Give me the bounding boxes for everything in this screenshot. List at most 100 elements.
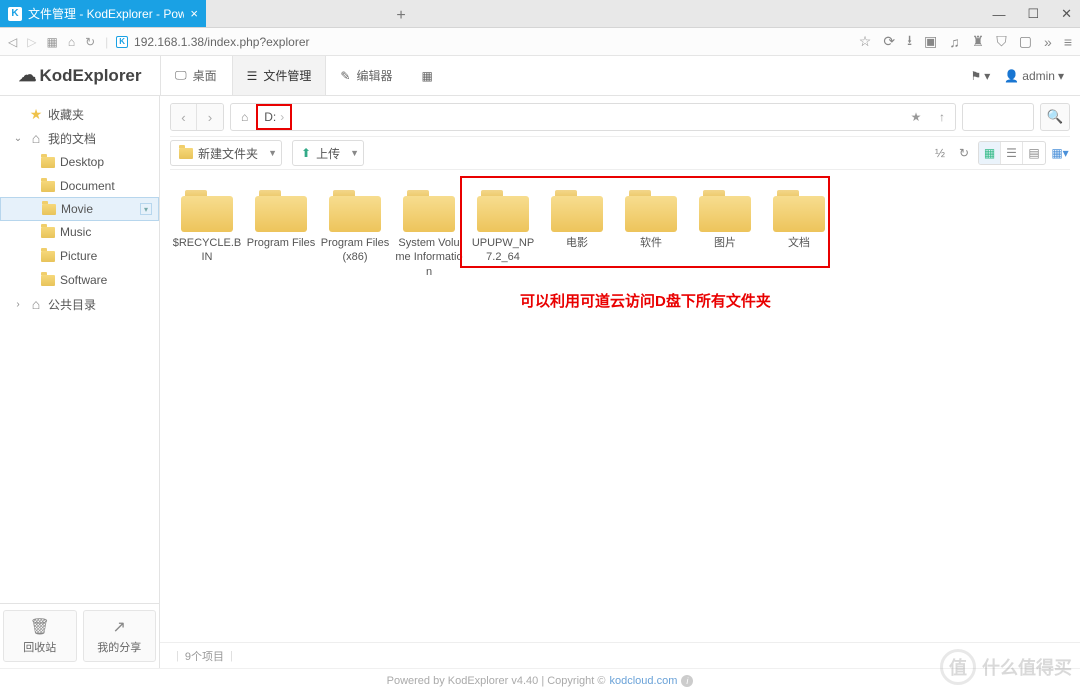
star-icon[interactable]: ★ bbox=[903, 110, 929, 124]
view-details-icon[interactable]: ▤ bbox=[1023, 142, 1045, 164]
sidebar-favorites[interactable]: ★ 收藏夹 bbox=[0, 102, 159, 126]
recycle-button[interactable]: 🗑回收站 bbox=[3, 610, 77, 662]
home-icon: ⌂ bbox=[28, 296, 44, 312]
folder-label: $RECYCLE.BIN bbox=[172, 236, 242, 265]
browser-address-bar: ◁ ▷ ▦ ⌂ ↻ | K ☆ ⟳ ⭳ ▣ ♫ ♜ ⛉ ▢ » ≡ bbox=[0, 28, 1080, 56]
folder-item[interactable]: $RECYCLE.BIN bbox=[170, 188, 244, 281]
home-icon[interactable]: ⌂ bbox=[241, 110, 248, 124]
folder-item[interactable]: Program Files bbox=[244, 188, 318, 281]
sidebar-item-movie[interactable]: Movie▾ bbox=[0, 197, 159, 221]
tab-apps[interactable]: ▦ bbox=[407, 56, 447, 95]
flag-menu[interactable]: ⚑ ▾ bbox=[971, 69, 991, 83]
page-favicon: K bbox=[116, 36, 128, 48]
sort-icon[interactable]: ½ bbox=[930, 143, 950, 163]
history-icon[interactable]: ↻ bbox=[954, 143, 974, 163]
tab-editor[interactable]: ✎ 编辑器 bbox=[326, 56, 407, 95]
tab-desktop[interactable]: 🖵 桌面 bbox=[161, 56, 232, 95]
nav-back-icon[interactable]: ◁ bbox=[8, 35, 17, 49]
watermark: 值什么值得买 bbox=[940, 649, 1072, 685]
new-folder-dropdown[interactable]: ▼ bbox=[264, 140, 282, 166]
tab-close-icon[interactable]: × bbox=[190, 6, 198, 21]
annotation-text: 可以利用可道云访问D盘下所有文件夹 bbox=[520, 290, 771, 311]
user-menu[interactable]: 👤 admin ▾ bbox=[1004, 69, 1064, 83]
sidebar-public[interactable]: › ⌂ 公共目录 bbox=[0, 292, 159, 316]
sidebar-item-document[interactable]: Document bbox=[0, 174, 159, 198]
bookmark-star-icon[interactable]: ☆ bbox=[859, 33, 872, 50]
upload-icon: ⬆ bbox=[301, 146, 311, 160]
path-forward-button[interactable]: › bbox=[197, 104, 223, 130]
breadcrumb[interactable]: ⌂ D:› ★ ↑ bbox=[230, 103, 956, 131]
folder-label: Program Files bbox=[247, 236, 315, 250]
view-list-icon[interactable]: ☰ bbox=[1001, 142, 1023, 164]
more-icon[interactable]: » bbox=[1044, 34, 1052, 50]
refresh-icon[interactable]: ⟳ bbox=[883, 33, 895, 50]
collapse-icon[interactable]: ⌄ bbox=[12, 133, 24, 144]
shield-icon[interactable]: ⛉ bbox=[996, 33, 1007, 50]
new-tab-button[interactable]: + bbox=[386, 7, 416, 27]
headphones-icon[interactable]: ♫ bbox=[949, 34, 960, 50]
folder-icon bbox=[181, 190, 233, 232]
folder-icon bbox=[41, 181, 55, 192]
nav-refresh-icon[interactable]: ↻ bbox=[85, 35, 95, 49]
footer-link[interactable]: kodcloud.com bbox=[609, 675, 677, 687]
nav-home-icon[interactable]: ⌂ bbox=[68, 35, 75, 49]
tab-favicon: K bbox=[8, 7, 22, 21]
editor-icon: ✎ bbox=[340, 69, 350, 83]
new-folder-button[interactable]: 新建文件夹 bbox=[170, 140, 267, 166]
expand-icon[interactable]: › bbox=[12, 299, 24, 310]
url-input[interactable] bbox=[134, 35, 851, 49]
extension-icon[interactable]: ♜ bbox=[972, 33, 985, 50]
browser-tab-strip: K 文件管理 - KodExplorer - Powered by × + — … bbox=[0, 0, 1080, 28]
folder-icon bbox=[41, 251, 55, 262]
up-icon[interactable]: ↑ bbox=[929, 110, 955, 124]
tab-files[interactable]: ☰ 文件管理 bbox=[232, 56, 327, 95]
folder-icon bbox=[41, 157, 55, 168]
app-footer: Powered by KodExplorer v4.40 | Copyright… bbox=[0, 668, 1080, 693]
breadcrumb-drive[interactable]: D:› bbox=[256, 104, 292, 130]
window-close-icon[interactable]: ✕ bbox=[1061, 6, 1072, 22]
dropdown-icon[interactable]: ▾ bbox=[140, 203, 152, 215]
share-button[interactable]: ↗我的分享 bbox=[83, 610, 157, 662]
box-icon[interactable]: ▢ bbox=[1019, 33, 1032, 50]
folder-icon bbox=[41, 275, 55, 286]
nav-forward-icon[interactable]: ▷ bbox=[27, 35, 36, 49]
trash-icon: 🗑 bbox=[30, 617, 50, 637]
sidebar-item-desktop[interactable]: Desktop bbox=[0, 150, 159, 174]
desktop-icon: 🖵 bbox=[175, 68, 187, 83]
browser-tab[interactable]: K 文件管理 - KodExplorer - Powered by × bbox=[0, 0, 206, 27]
path-back-button[interactable]: ‹ bbox=[171, 104, 197, 130]
folder-icon bbox=[403, 190, 455, 232]
upload-dropdown[interactable]: ▼ bbox=[346, 140, 364, 166]
files-icon: ☰ bbox=[247, 69, 258, 83]
apps-icon: ▦ bbox=[421, 69, 432, 83]
info-icon[interactable]: i bbox=[681, 675, 693, 687]
download-icon[interactable]: ⭳ bbox=[907, 30, 912, 54]
item-count: 9个项目 bbox=[185, 648, 224, 664]
cloud-icon: ☁ bbox=[18, 65, 36, 86]
sidebar-item-software[interactable]: Software bbox=[0, 268, 159, 292]
folder-item[interactable]: System Volume Information bbox=[392, 188, 466, 281]
folder-label: System Volume Information bbox=[394, 236, 464, 279]
folder-icon bbox=[42, 204, 56, 215]
sidebar-item-picture[interactable]: Picture bbox=[0, 244, 159, 268]
view-more-icon[interactable]: ▦▾ bbox=[1050, 143, 1070, 163]
sidebar-mydocs[interactable]: ⌄ ⌂ 我的文档 bbox=[0, 126, 159, 150]
upload-button[interactable]: ⬆上传 bbox=[292, 140, 349, 166]
folder-item[interactable]: Program Files (x86) bbox=[318, 188, 392, 281]
search-input[interactable] bbox=[962, 103, 1034, 131]
path-nav: ‹ › bbox=[170, 103, 224, 131]
sidebar-item-music[interactable]: Music bbox=[0, 220, 159, 244]
menu-icon[interactable]: ≡ bbox=[1064, 34, 1072, 50]
folder-icon bbox=[255, 190, 307, 232]
share-icon: ↗ bbox=[113, 617, 126, 637]
window-minimize-icon[interactable]: — bbox=[992, 7, 1005, 22]
camera-icon[interactable]: ▣ bbox=[924, 33, 937, 50]
star-icon: ★ bbox=[28, 106, 44, 122]
window-maximize-icon[interactable]: ☐ bbox=[1027, 6, 1039, 22]
annotation-box bbox=[460, 176, 830, 268]
folder-icon bbox=[41, 227, 55, 238]
view-icons-icon[interactable]: ▦ bbox=[979, 142, 1001, 164]
app-logo[interactable]: ☁ KodExplorer bbox=[0, 65, 160, 86]
search-button[interactable]: 🔍 bbox=[1040, 103, 1070, 131]
nav-menu-icon[interactable]: ▦ bbox=[46, 35, 57, 49]
